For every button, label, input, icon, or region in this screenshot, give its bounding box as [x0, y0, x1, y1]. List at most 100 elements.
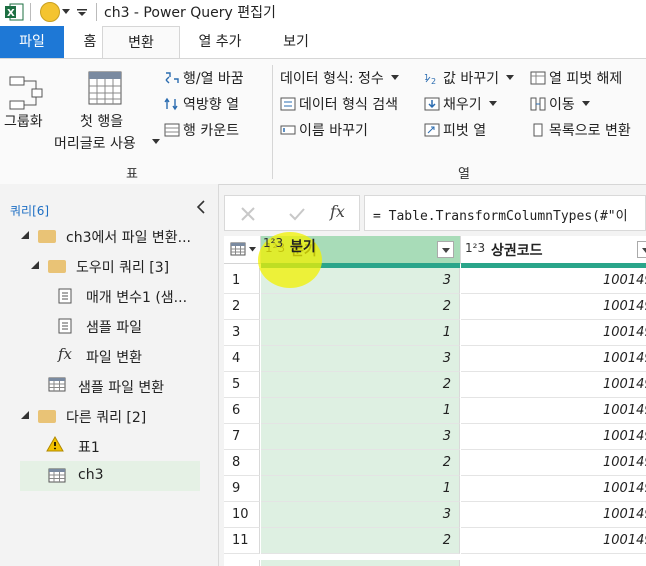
collapse-pane-icon[interactable] — [196, 200, 206, 214]
column-name-code: 상권코드 — [491, 243, 543, 259]
reverse-rows-button[interactable]: 역방향 열 — [164, 94, 239, 114]
cell-code-value: 100149 — [603, 299, 646, 314]
query-parameter1[interactable]: 매개 변수1 (샘... — [86, 287, 187, 307]
cell-code-value: 100149 — [603, 351, 646, 366]
cell-quarter[interactable]: 3 — [261, 502, 460, 528]
row-number[interactable]: 4 — [224, 346, 260, 372]
tab-view[interactable]: 보기 — [270, 26, 322, 58]
rename-icon — [280, 125, 296, 135]
query-sample-transform[interactable]: 샘플 파일 변환 — [78, 377, 164, 397]
row-number[interactable]: 1 — [224, 268, 260, 294]
pivot-column-icon — [424, 123, 440, 137]
group-by-icon — [9, 76, 43, 110]
transpose-icon — [165, 72, 179, 84]
replace-values-dropdown[interactable]: 12 값 바꾸기 — [424, 68, 515, 88]
close-icon[interactable] — [240, 206, 256, 222]
fx-button[interactable]: fx — [330, 202, 345, 221]
data-type-dropdown[interactable]: 데이터 형식: 정수 — [280, 68, 400, 88]
count-rows-button[interactable]: 행 카운트 — [164, 120, 239, 140]
table-icon — [48, 468, 66, 483]
query-group-transform[interactable]: ch3에서 파일 변환... — [66, 227, 191, 247]
query-group-helper[interactable]: 도우미 쿼리 [3] — [76, 257, 169, 277]
first-row-header-line1[interactable]: 첫 행을 — [80, 111, 123, 131]
qat-customize-icon[interactable] — [76, 6, 88, 18]
row-number[interactable]: 7 — [224, 424, 260, 450]
row-number[interactable]: 3 — [224, 320, 260, 346]
query-sample-file[interactable]: 샘플 파일 — [86, 317, 142, 337]
tab-transform[interactable]: 변환 — [102, 26, 180, 59]
cell-quarter[interactable]: 1 — [261, 476, 460, 502]
transpose-button[interactable]: 행/열 바꿈 — [164, 68, 244, 88]
formula-bar: fx = Table.TransformColumnTypes(#"이 — [224, 195, 646, 231]
fill-dropdown[interactable]: 채우기 — [424, 94, 498, 114]
cell-code[interactable]: 100149 — [461, 502, 646, 528]
cell-partial — [261, 560, 460, 566]
cell-quarter[interactable]: 2 — [261, 294, 460, 320]
title-bar: X ch3 - Power Query 편집기 — [0, 0, 646, 27]
expanded-caret-icon[interactable] — [20, 410, 30, 420]
cell-code-value: 100149 — [603, 429, 646, 444]
cell-code[interactable]: 100149 — [461, 268, 646, 294]
folder-icon — [38, 410, 56, 423]
detect-type-button[interactable]: 데이터 형식 검색 — [280, 94, 398, 114]
cell-code[interactable]: 100149 — [461, 372, 646, 398]
to-list-button[interactable]: 목록으로 변환 — [530, 120, 631, 140]
unpivot-icon — [530, 71, 546, 85]
cell-code[interactable]: 100149 — [461, 528, 646, 554]
table-options-header[interactable] — [224, 236, 261, 264]
cell-quarter[interactable]: 2 — [261, 450, 460, 476]
formula-input-box[interactable]: = Table.TransformColumnTypes(#"이 — [364, 195, 646, 231]
column-filter-quarter[interactable] — [437, 241, 454, 258]
query-table1[interactable]: 표1 — [78, 437, 100, 457]
count-rows-label: 행 카운트 — [183, 123, 239, 139]
smiley-dropdown-icon[interactable] — [62, 9, 70, 15]
detect-type-label: 데이터 형식 검색 — [299, 97, 399, 113]
rename-button[interactable]: 이름 바꾸기 — [280, 120, 368, 140]
expanded-caret-icon[interactable] — [20, 230, 30, 240]
cell-quarter[interactable]: 3 — [261, 346, 460, 372]
query-ch3[interactable]: ch3 — [78, 467, 103, 483]
smiley-feedback-icon[interactable] — [40, 2, 60, 22]
chevron-down-icon[interactable] — [152, 139, 160, 145]
group-by-button[interactable]: 그룹화 — [4, 111, 43, 131]
type-integer-icon-overlay: 1²3 — [263, 236, 284, 250]
expanded-caret-icon[interactable] — [30, 260, 40, 270]
cell-quarter[interactable]: 1 — [261, 320, 460, 346]
fill-down-icon — [424, 97, 440, 111]
check-icon[interactable] — [288, 206, 306, 222]
cell-code[interactable]: 100149 — [461, 320, 646, 346]
cell-code[interactable]: 100149 — [461, 424, 646, 450]
row-number[interactable]: 10 — [224, 502, 260, 528]
query-transform-file[interactable]: 파일 변환 — [86, 347, 142, 367]
row-number[interactable]: 11 — [224, 528, 260, 554]
cell-code[interactable]: 100149 — [461, 346, 646, 372]
unpivot-dropdown[interactable]: 열 피벗 해제 — [530, 68, 622, 88]
row-number[interactable]: 2 — [224, 294, 260, 320]
tab-add-column[interactable]: 열 추가 — [184, 26, 256, 58]
type-integer-icon[interactable]: 1²3 — [465, 241, 485, 255]
cell-code[interactable]: 100149 — [461, 398, 646, 424]
cell-code-value: 100149 — [603, 507, 646, 522]
cell-quarter[interactable]: 2 — [261, 372, 460, 398]
cell-code-value: 100149 — [603, 455, 646, 470]
cell-code[interactable]: 100149 — [461, 450, 646, 476]
pivot-button[interactable]: 피벗 열 — [424, 120, 486, 140]
row-number[interactable]: 5 — [224, 372, 260, 398]
cell-code[interactable]: 100149 — [461, 294, 646, 320]
cell-quarter[interactable]: 1 — [261, 398, 460, 424]
folder-icon — [48, 260, 66, 273]
move-dropdown[interactable]: 이동 — [530, 94, 591, 114]
ribbon-tabs: 파일 홈 변환 열 추가 보기 — [0, 26, 646, 59]
cell-quarter[interactable]: 3 — [261, 424, 460, 450]
chevron-down-icon — [249, 247, 256, 252]
column-header-code[interactable]: 1²3 상권코드 — [461, 236, 646, 264]
row-number[interactable]: 6 — [224, 398, 260, 424]
cell-code[interactable]: 100149 — [461, 476, 646, 502]
tab-file[interactable]: 파일 — [0, 26, 64, 58]
first-row-header-line2[interactable]: 머리글로 사용 — [54, 133, 136, 153]
row-number[interactable]: 9 — [224, 476, 260, 502]
query-group-other[interactable]: 다른 쿼리 [2] — [66, 407, 146, 427]
column-filter-code[interactable] — [637, 241, 646, 258]
row-number[interactable]: 8 — [224, 450, 260, 476]
cell-quarter[interactable]: 2 — [261, 528, 460, 554]
